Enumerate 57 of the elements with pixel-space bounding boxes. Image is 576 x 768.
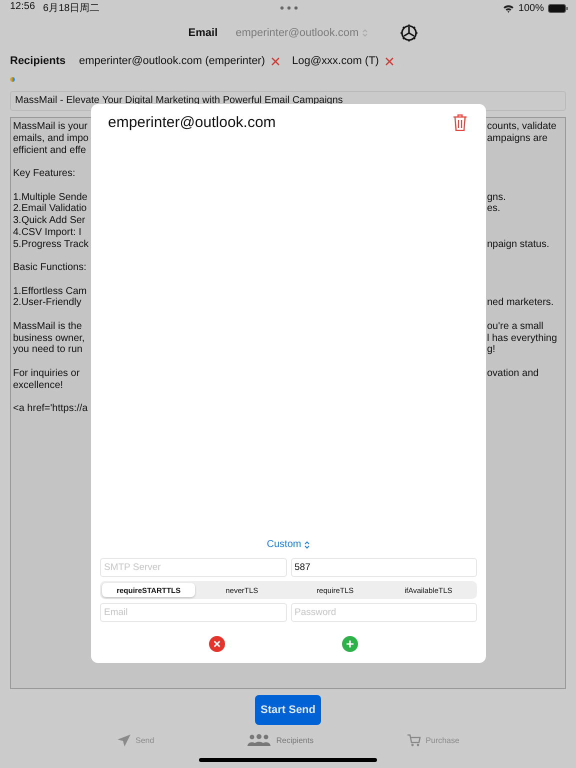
remove-icon[interactable]: [271, 56, 280, 66]
body-text: MassMail is the: [13, 320, 82, 332]
body-text: emails, and impo: [13, 132, 89, 144]
trash-icon[interactable]: [453, 114, 467, 131]
recipients-label: Recipients: [10, 55, 67, 67]
body-text: 3.Quick Add Ser: [13, 215, 86, 227]
body-text: efficient and effe: [13, 144, 86, 156]
body-text: MassMail is your: [13, 121, 88, 133]
body-text: ned marketers.: [487, 297, 554, 309]
body-text: business owner,: [13, 332, 85, 344]
cancel-icon[interactable]: [208, 636, 225, 652]
paper-plane-icon: [116, 734, 131, 746]
body-text: ampaigns are: [487, 132, 548, 144]
body-text: g!: [487, 344, 496, 356]
body-text: ou're a small: [487, 320, 544, 332]
body-text: 5.Progress Track: [13, 238, 89, 250]
body-text: npaign status.: [487, 238, 550, 250]
people-icon: [247, 734, 272, 746]
add-icon[interactable]: [342, 636, 358, 652]
remove-icon[interactable]: [384, 56, 394, 66]
battery-percent: 100%: [518, 2, 544, 14]
body-text: 2.User-Friendly: [13, 297, 82, 309]
body-text: 2.Email Validatio: [13, 203, 87, 215]
body-text: counts, validate: [487, 121, 556, 133]
body-text: For inquiries or: [13, 368, 80, 380]
provider-picker[interactable]: Custom: [266, 539, 310, 550]
body-text: es.: [487, 203, 500, 215]
body-text: 4.CSV Import: I: [13, 226, 82, 238]
body-text: l has everything: [487, 332, 558, 344]
recipient-text: emperinter@outlook.com (emperinter): [79, 55, 266, 67]
port-field[interactable]: 587: [290, 558, 477, 577]
status-date: 6月18日周二: [43, 2, 100, 15]
email-field[interactable]: Email: [100, 603, 286, 622]
chevron-updown-icon: [362, 28, 368, 38]
body-text: you need to run: [13, 344, 82, 356]
recipient-text: Log@xxx.com (T): [292, 55, 379, 67]
body-text: Basic Functions:: [13, 262, 86, 274]
body-text: Key Features:: [13, 168, 76, 180]
body-text: 1.Multiple Sende: [13, 192, 88, 204]
cart-icon: [406, 734, 421, 746]
body-text: <a href='https://a: [13, 403, 88, 415]
body-text: 1.Effortless Cam: [13, 286, 87, 298]
email-label: Email: [188, 27, 218, 39]
password-field[interactable]: Password: [290, 603, 477, 622]
wifi-icon: [503, 4, 514, 12]
settings-icon[interactable]: [400, 24, 418, 42]
start-send-button[interactable]: Start Send: [255, 695, 321, 725]
body-text: ovation and: [487, 368, 539, 380]
chevron-updown-icon: [304, 540, 310, 550]
server-field[interactable]: SMTP Server: [100, 558, 286, 577]
body-text: gns.: [487, 192, 506, 204]
status-time: 12:56: [10, 1, 36, 14]
battery-icon: [548, 4, 568, 12]
more-dots-icon: [280, 6, 298, 10]
body-text: excellence!: [13, 380, 64, 392]
color-dots-icon: [10, 77, 15, 82]
account-title: emperinter@outlook.com: [108, 114, 276, 131]
